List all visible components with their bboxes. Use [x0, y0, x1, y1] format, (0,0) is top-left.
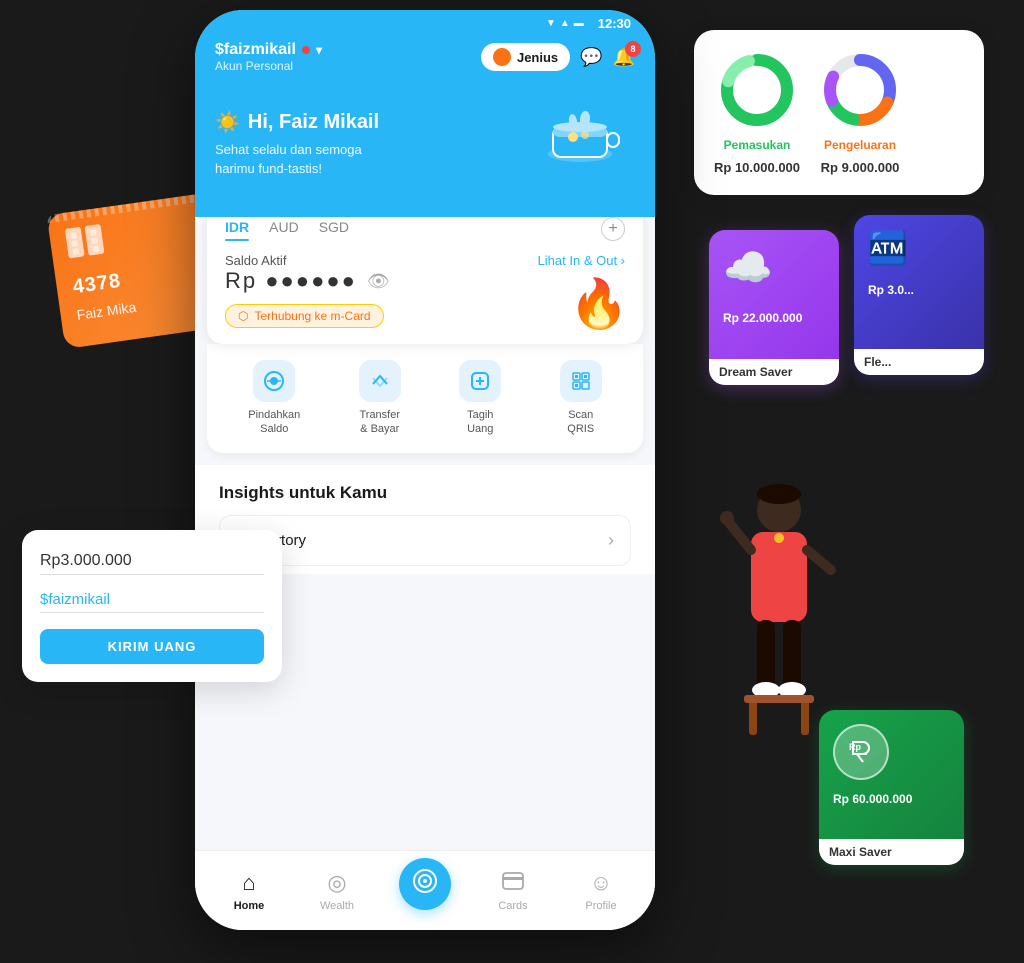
sun-icon: ☀️	[215, 110, 240, 135]
pindahkan-saldo-button[interactable]: PindahkanSaldo	[248, 360, 300, 437]
notification-badge: 8	[625, 41, 641, 57]
transfer-label: Transfer& Bayar	[359, 408, 400, 437]
mcard-tag[interactable]: ⬡ Terhubung ke m-Card	[225, 304, 384, 328]
balance-section: IDR AUD SGD + Saldo Aktif Lihat In & Out…	[207, 217, 643, 344]
flexi-amount: Rp 3.0...	[868, 283, 970, 297]
tagih-icon	[459, 360, 501, 402]
nav-home[interactable]: ⌂ Home	[219, 870, 279, 912]
person-illustration	[719, 480, 839, 759]
flexi-card[interactable]: 🏧 Rp 3.0... Fle...	[854, 215, 984, 375]
view-in-out-link[interactable]: Lihat In & Out ›	[538, 253, 625, 268]
wealth-label: Wealth	[320, 900, 354, 912]
hero-greeting: ☀️ Hi, Faiz Mikail	[215, 110, 379, 135]
maxi-saver-name: Maxi Saver	[819, 839, 964, 865]
scan-center-icon	[412, 868, 438, 900]
username-display[interactable]: $faizmikail ▾	[215, 41, 322, 59]
pemasukan-donut	[717, 50, 797, 130]
scan-center-button[interactable]	[399, 858, 451, 910]
scan-qris-button[interactable]: ScanQRIS	[560, 360, 602, 437]
currency-tab-aud[interactable]: AUD	[269, 219, 299, 239]
transfer-popup: KIRIM UANG	[22, 530, 282, 682]
balance-illustration: 🔥	[569, 275, 629, 332]
wifi-icon: ▲	[560, 18, 570, 29]
nav-scan-center[interactable]	[395, 858, 455, 924]
nav-profile[interactable]: ☺ Profile	[571, 870, 631, 912]
battery-icon: ▬	[574, 18, 584, 29]
currency-tab-sgd[interactable]: SGD	[319, 219, 349, 239]
balance-label: Saldo Aktif	[225, 253, 286, 268]
currency-tabs: IDR AUD SGD +	[225, 217, 625, 241]
wealth-chart-card: Pemasukan Rp 10.000.000 Pengeluaran Rp 9…	[694, 30, 984, 195]
account-info[interactable]: $faizmikail ▾ Akun Personal	[215, 41, 322, 73]
kirim-uang-button[interactable]: KIRIM UANG	[40, 629, 264, 664]
cloud-icon: ☁️	[723, 244, 825, 291]
nav-wealth[interactable]: ◎ Wealth	[307, 870, 367, 912]
transfer-bayar-button[interactable]: Transfer& Bayar	[359, 360, 401, 437]
transfer-username-input[interactable]	[40, 587, 264, 613]
header-actions: Jenius 💬 🔔 8	[481, 43, 635, 71]
nav-cards[interactable]: Cards	[483, 870, 543, 912]
dream-saver-name: Dream Saver	[709, 359, 839, 385]
currency-tab-idr[interactable]: IDR	[225, 219, 249, 239]
signal-icon: ▼	[546, 18, 556, 29]
mcard-icon: ⬡	[238, 309, 248, 323]
svg-text:Rp: Rp	[849, 742, 861, 752]
balance-amount: Rp ●●●●●● 👁	[225, 268, 625, 294]
chevron-right-icon: ›	[608, 530, 614, 551]
hero-subtitle: Sehat selalu dan semogaharimu fund-tasti…	[215, 141, 379, 177]
pemasukan-chart: Pemasukan Rp 10.000.000	[714, 50, 800, 175]
transfer-icon	[359, 360, 401, 402]
cards-icon	[502, 870, 524, 896]
pindahkan-label: PindahkanSaldo	[248, 408, 300, 437]
dream-saver-amount: Rp 22.000.000	[723, 311, 825, 325]
phone-frame: ▼ ▲ ▬ 12:30 $faizmikail ▾ Akun Personal …	[195, 10, 655, 930]
hero-illustration	[535, 99, 635, 189]
hero-banner: ☀️ Hi, Faiz Mikail Sehat selalu dan semo…	[195, 89, 655, 217]
tagih-label: TagihUang	[467, 408, 493, 437]
pengeluaran-amount: Rp 9.000.000	[821, 160, 900, 175]
jenius-badge[interactable]: Jenius	[481, 43, 570, 71]
tagih-uang-button[interactable]: TagihUang	[459, 360, 501, 437]
atm-icon: 🏧	[868, 229, 970, 267]
wealth-icon: ◎	[327, 870, 346, 896]
add-currency-button[interactable]: +	[601, 217, 625, 241]
home-icon: ⌂	[242, 870, 255, 896]
pemasukan-label: Pemasukan	[724, 138, 791, 152]
jenius-icon	[493, 48, 511, 66]
transfer-amount-input[interactable]	[40, 548, 264, 575]
chevron-down-icon: ▾	[316, 43, 322, 57]
bottom-nav: ⌂ Home ◎ Wealth	[195, 850, 655, 930]
status-bar: ▼ ▲ ▬ 12:30	[195, 10, 655, 37]
account-type: Akun Personal	[215, 59, 322, 73]
balance-row: Saldo Aktif Lihat In & Out ›	[225, 253, 625, 268]
action-buttons: PindahkanSaldo Transfer& Bayar	[207, 344, 643, 453]
home-label: Home	[234, 900, 265, 912]
torch-icon: 🔥	[569, 278, 629, 331]
maxi-saver-amount: Rp 60.000.000	[833, 792, 950, 806]
notification-button[interactable]: 🔔 8	[613, 47, 635, 68]
insights-title: Insights untuk Kamu	[219, 483, 631, 503]
rp-circle-icon: Rp	[833, 724, 889, 780]
status-icons: ▼ ▲ ▬	[546, 18, 584, 29]
flexi-name: Fle...	[854, 349, 984, 375]
dream-saver-card[interactable]: ☁️ Rp 22.000.000 Dream Saver	[709, 230, 839, 385]
pemasukan-amount: Rp 10.000.000	[714, 160, 800, 175]
cards-label: Cards	[498, 900, 527, 912]
scan-label: ScanQRIS	[567, 408, 594, 437]
pengeluaran-donut	[820, 50, 900, 130]
profile-icon: ☺	[590, 870, 612, 896]
eye-icon[interactable]: 👁	[367, 271, 392, 292]
chat-icon: 💬	[580, 47, 602, 67]
pindahkan-icon	[253, 360, 295, 402]
profile-label: Profile	[585, 900, 616, 912]
maxi-saver-card[interactable]: Rp Rp 60.000.000 Maxi Saver	[819, 710, 964, 865]
pengeluaran-label: Pengeluaran	[824, 138, 896, 152]
active-indicator	[302, 46, 310, 54]
scan-icon	[560, 360, 602, 402]
pengeluaran-chart: Pengeluaran Rp 9.000.000	[820, 50, 900, 175]
phone-header: $faizmikail ▾ Akun Personal Jenius 💬 🔔 8	[195, 37, 655, 89]
status-time: 12:30	[598, 16, 631, 31]
chat-button[interactable]: 💬	[580, 47, 602, 68]
hero-text: ☀️ Hi, Faiz Mikail Sehat selalu dan semo…	[215, 110, 379, 177]
